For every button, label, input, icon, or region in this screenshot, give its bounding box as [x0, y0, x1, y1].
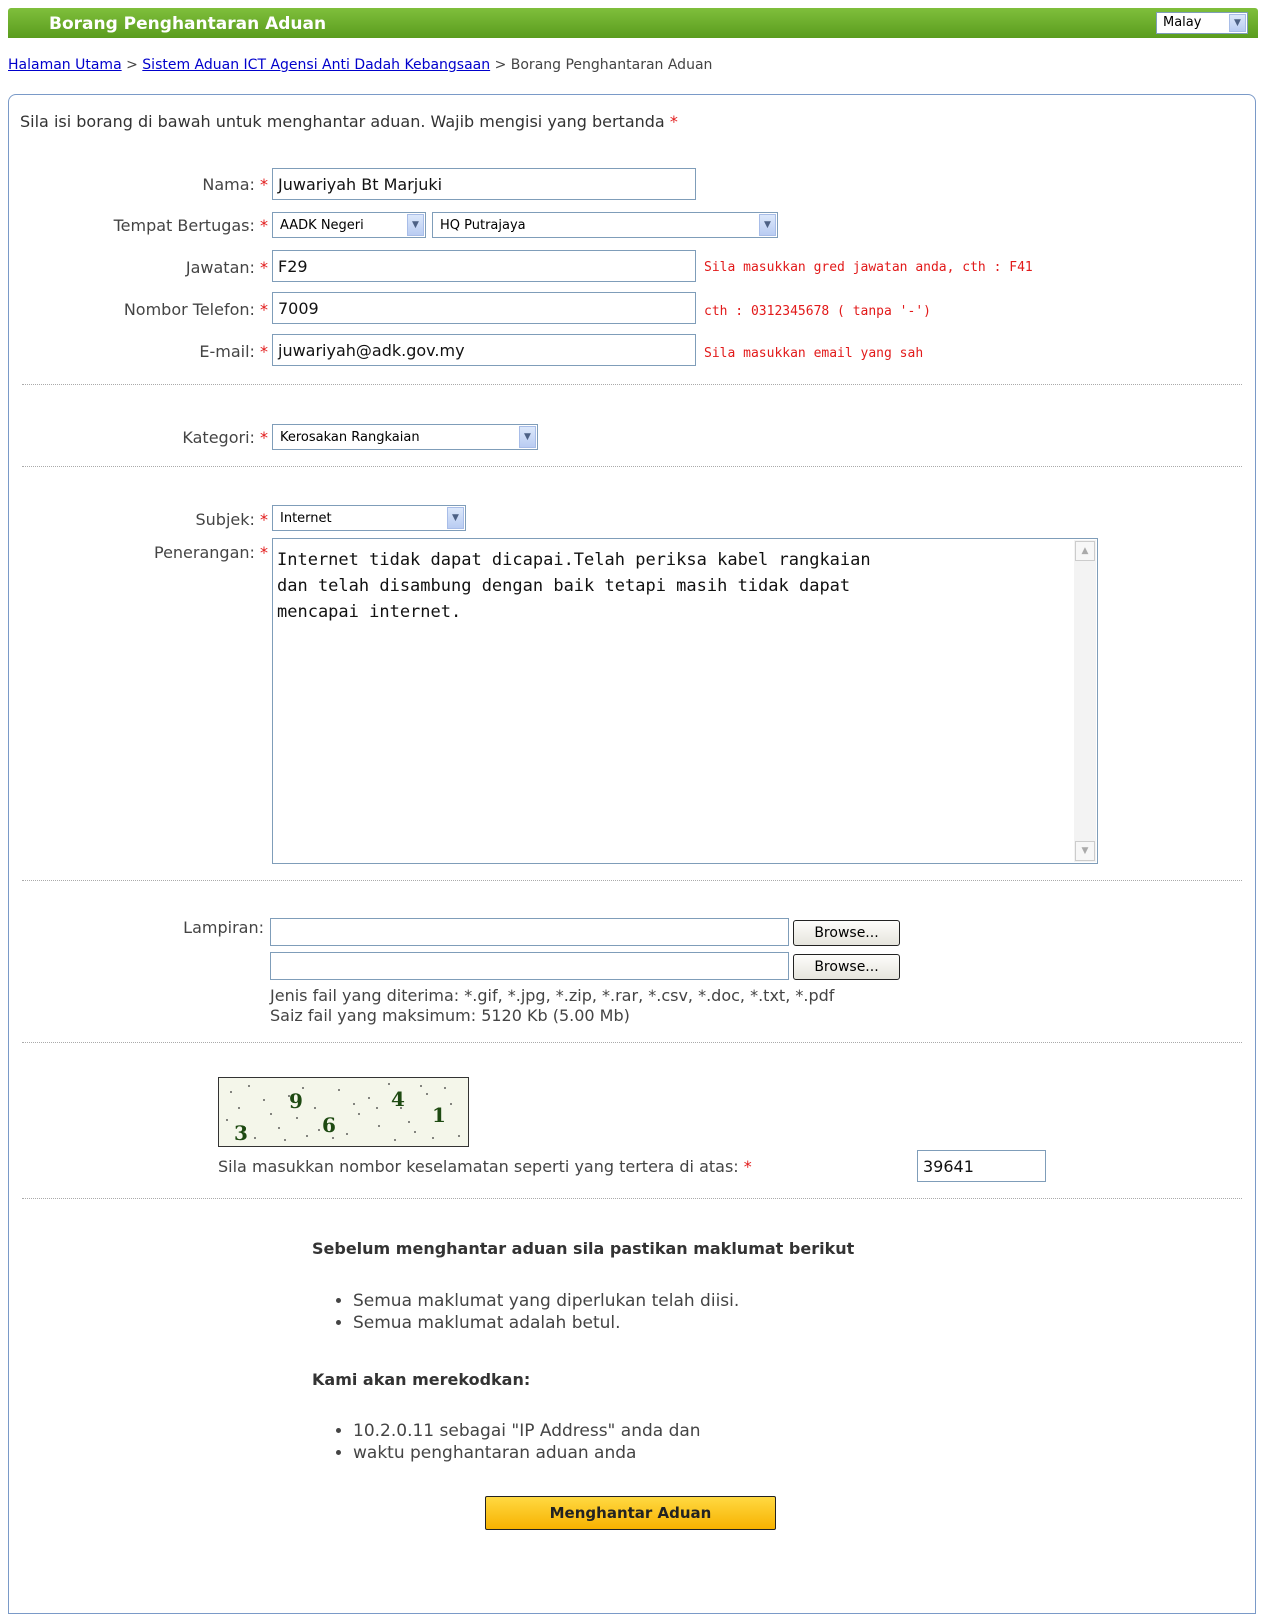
divider	[22, 466, 1242, 467]
captcha-digit: 1	[432, 1103, 446, 1127]
scroll-down-icon[interactable]: ▼	[1075, 841, 1095, 861]
breadcrumb-separator: >	[126, 57, 138, 73]
captcha-digit: 9	[289, 1089, 303, 1113]
jawatan-input[interactable]: F29	[272, 250, 696, 282]
required-mark: *	[260, 175, 268, 194]
browse-button-1[interactable]: Browse...	[793, 920, 900, 946]
required-mark: *	[669, 112, 678, 131]
telefon-label: Nombor Telefon: *	[40, 300, 268, 319]
list-item: Semua maklumat yang diperlukan telah dii…	[353, 1290, 739, 1312]
notice-list-record: 10.2.0.11 sebagai "IP Address" anda dan …	[330, 1420, 701, 1464]
kategori-select[interactable]: Kerosakan Rangkaian ▼	[272, 424, 538, 450]
list-item: 10.2.0.11 sebagai "IP Address" anda dan	[353, 1420, 701, 1442]
subjek-select[interactable]: Internet ▼	[272, 505, 466, 531]
required-mark: *	[260, 342, 268, 361]
captcha-digit: 4	[391, 1087, 405, 1111]
form-intro: Sila isi borang di bawah untuk menghanta…	[20, 112, 678, 131]
file-input-1[interactable]	[270, 918, 789, 946]
file-types-text: Jenis fail yang diterima: *.gif, *.jpg, …	[270, 986, 835, 1005]
divider	[22, 1198, 1242, 1199]
subjek-label-text: Subjek:	[195, 510, 255, 529]
intro-text: Sila isi borang di bawah untuk menghanta…	[20, 112, 665, 131]
penerangan-text: Internet tidak dapat dicapai.Telah perik…	[277, 550, 871, 622]
notice-heading-check: Sebelum menghantar aduan sila pastikan m…	[312, 1239, 855, 1258]
breadcrumb: Halaman Utama > Sistem Aduan ICT Agensi …	[8, 57, 712, 73]
telefon-hint: cth : 0312345678 ( tanpa '-')	[704, 304, 931, 319]
divider	[22, 880, 1242, 881]
chevron-down-icon[interactable]: ▼	[519, 426, 536, 448]
penerangan-textarea[interactable]: Internet tidak dapat dicapai.Telah perik…	[272, 538, 1098, 864]
file-input-2[interactable]	[270, 952, 789, 980]
jawatan-label-text: Jawatan:	[185, 258, 255, 277]
email-label: E-mail: *	[40, 342, 268, 361]
nama-input[interactable]: Juwariyah Bt Marjuki	[272, 168, 696, 200]
location-select[interactable]: HQ Putrajaya ▼	[432, 212, 778, 238]
divider	[22, 1042, 1242, 1043]
chevron-down-icon[interactable]: ▼	[1229, 14, 1246, 32]
kategori-label-text: Kategori:	[182, 428, 255, 447]
required-mark: *	[260, 300, 268, 319]
penerangan-label: Penerangan: *	[40, 543, 268, 562]
required-mark: *	[260, 428, 268, 447]
list-item: Semua maklumat adalah betul.	[353, 1312, 739, 1334]
captcha-label: Sila masukkan nombor keselamatan seperti…	[218, 1157, 752, 1176]
nama-label-text: Nama:	[202, 175, 255, 194]
subjek-select-value: Internet	[280, 511, 332, 526]
agency-select[interactable]: AADK Negeri ▼	[272, 212, 426, 238]
language-value: Malay	[1163, 15, 1202, 30]
language-select[interactable]: Malay ▼	[1156, 12, 1248, 34]
required-mark: *	[260, 510, 268, 529]
lampiran-label: Lampiran:	[183, 918, 264, 937]
required-mark: *	[260, 258, 268, 277]
page-title: Borang Penghantaran Aduan	[49, 14, 327, 34]
location-select-value: HQ Putrajaya	[440, 218, 526, 233]
tempat-label-text: Tempat Bertugas:	[113, 216, 255, 235]
captcha-input[interactable]: 39641	[917, 1150, 1046, 1182]
breadcrumb-current: Borang Penghantaran Aduan	[510, 57, 713, 73]
kategori-select-value: Kerosakan Rangkaian	[280, 430, 420, 445]
textarea-scrollbar[interactable]: ▲ ▼	[1074, 540, 1096, 862]
email-input[interactable]: juwariyah@adk.gov.my	[272, 334, 696, 366]
kategori-label: Kategori: *	[40, 428, 268, 447]
email-label-text: E-mail:	[199, 342, 255, 361]
breadcrumb-home-link[interactable]: Halaman Utama	[8, 57, 122, 73]
scroll-up-icon[interactable]: ▲	[1075, 541, 1095, 561]
file-max-text: Saiz fail yang maksimum: 5120 Kb (5.00 M…	[270, 1006, 630, 1025]
captcha-label-text: Sila masukkan nombor keselamatan seperti…	[218, 1157, 739, 1176]
notice-list-check: Semua maklumat yang diperlukan telah dii…	[330, 1290, 739, 1334]
penerangan-label-text: Penerangan:	[153, 543, 255, 562]
chevron-down-icon[interactable]: ▼	[447, 507, 464, 529]
captcha-noise: 3 9 6 4 1	[226, 1083, 460, 1145]
breadcrumb-separator: >	[494, 57, 507, 73]
captcha-digit: 6	[322, 1113, 336, 1137]
agency-select-value: AADK Negeri	[280, 218, 364, 233]
telefon-input[interactable]: 7009	[272, 292, 696, 324]
required-mark: *	[260, 216, 268, 235]
tempat-label: Tempat Bertugas: *	[40, 216, 268, 235]
jawatan-hint: Sila masukkan gred jawatan anda, cth : F…	[704, 260, 1033, 275]
captcha-image: 3 9 6 4 1	[218, 1077, 469, 1147]
jawatan-label: Jawatan: *	[40, 258, 268, 277]
telefon-label-text: Nombor Telefon:	[123, 300, 255, 319]
breadcrumb-system-link[interactable]: Sistem Aduan ICT Agensi Anti Dadah Keban…	[142, 57, 490, 73]
browse-button-2[interactable]: Browse...	[793, 954, 900, 980]
email-hint: Sila masukkan email yang sah	[704, 346, 924, 361]
divider	[22, 384, 1242, 385]
required-mark: *	[743, 1157, 752, 1176]
captcha-digit: 3	[234, 1121, 248, 1145]
header-bar: Borang Penghantaran Aduan Malay ▼	[8, 8, 1258, 38]
submit-button[interactable]: Menghantar Aduan	[485, 1496, 776, 1530]
subjek-label: Subjek: *	[40, 510, 269, 529]
chevron-down-icon[interactable]: ▼	[759, 214, 776, 236]
notice-heading-record: Kami akan merekodkan:	[312, 1370, 531, 1389]
required-mark: *	[260, 543, 268, 562]
chevron-down-icon[interactable]: ▼	[407, 214, 424, 236]
list-item: waktu penghantaran aduan anda	[353, 1442, 701, 1464]
nama-label: Nama: *	[40, 175, 268, 194]
